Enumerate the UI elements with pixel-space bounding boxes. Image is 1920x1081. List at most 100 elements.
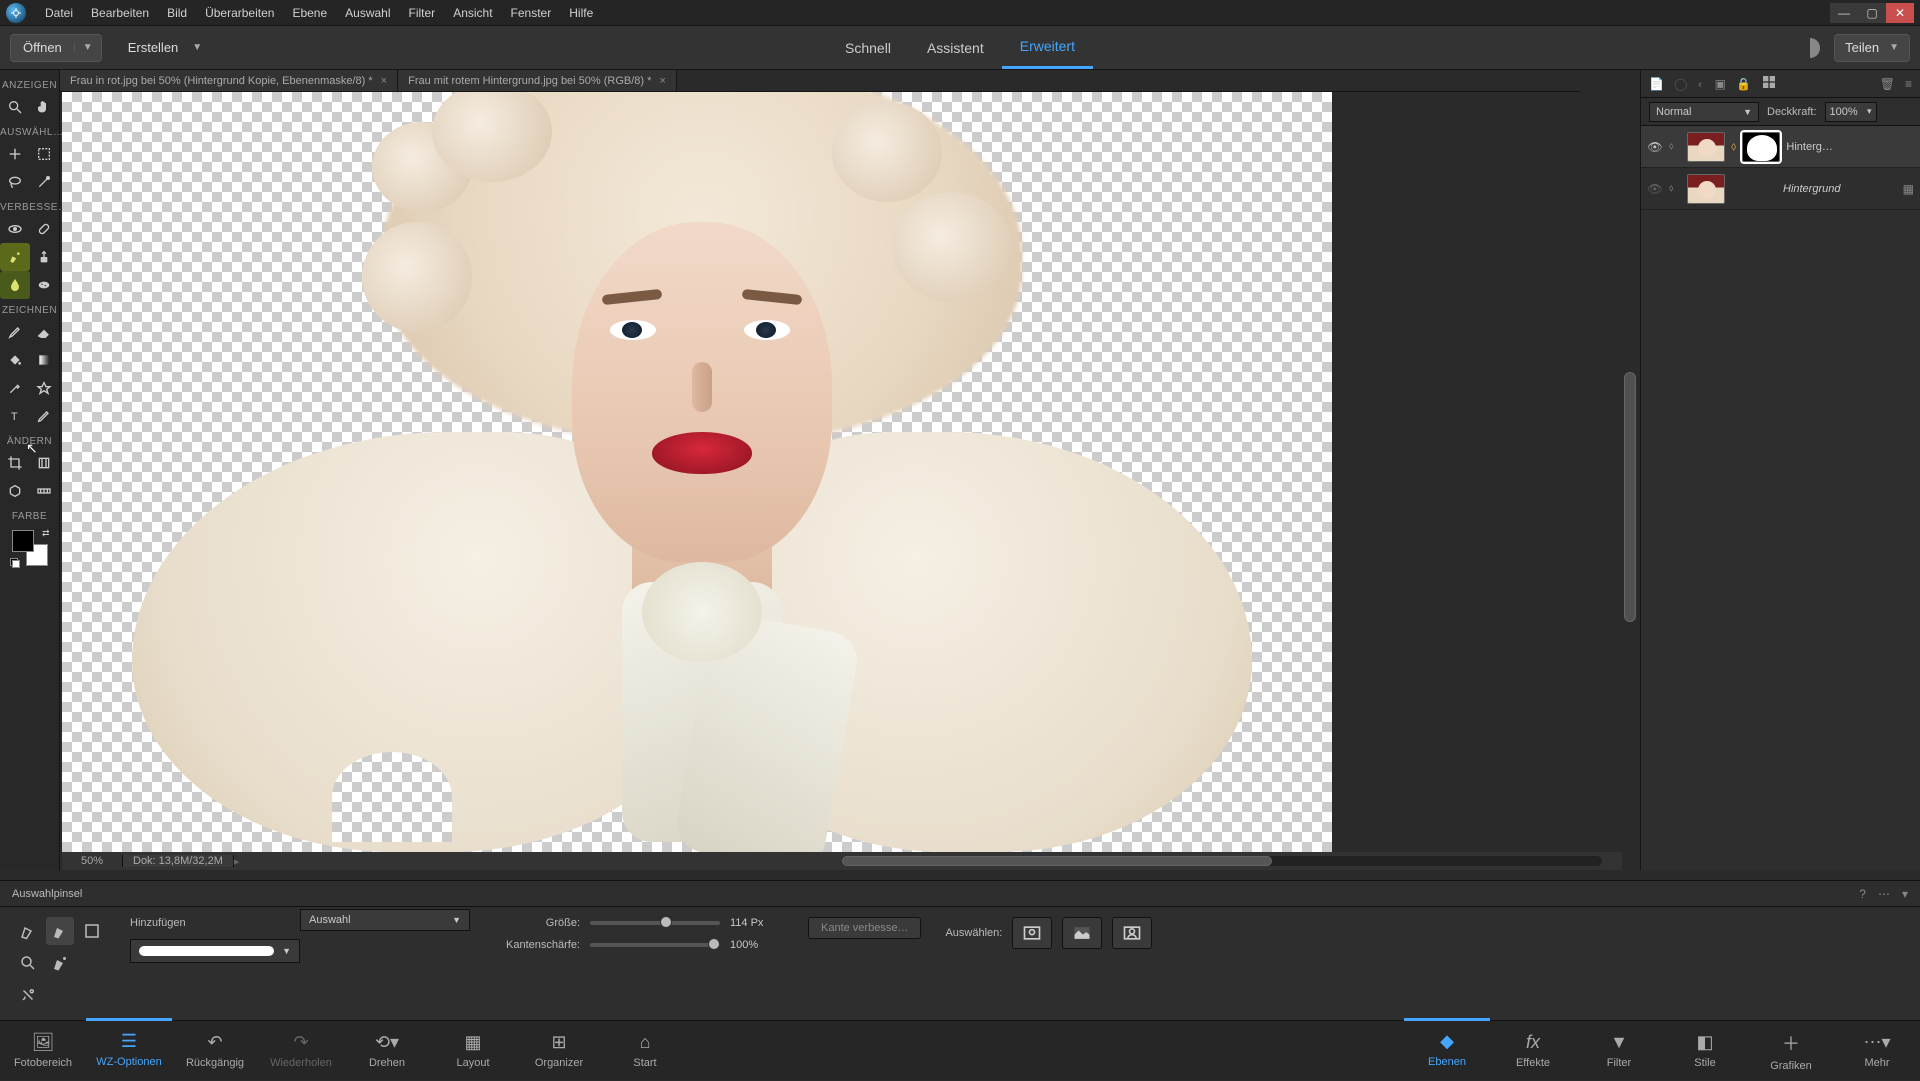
menu-bild[interactable]: Bild bbox=[158, 0, 196, 25]
taskbar-mehr[interactable]: ⋯▾Mehr bbox=[1834, 1021, 1920, 1081]
close-button[interactable]: ✕ bbox=[1886, 3, 1914, 23]
tool-crop[interactable] bbox=[0, 449, 30, 477]
canvas[interactable] bbox=[62, 92, 1332, 852]
taskbar-wz-optionen[interactable]: ☰WZ-Optionen bbox=[86, 1018, 172, 1078]
vertical-scrollbar[interactable] bbox=[1624, 92, 1636, 852]
size-value[interactable]: 114 Px bbox=[730, 917, 784, 929]
open-button[interactable]: Öffnen ▼ bbox=[10, 34, 102, 62]
tool-move[interactable] bbox=[0, 140, 30, 168]
taskbar-start[interactable]: ⌂Start bbox=[602, 1021, 688, 1081]
new-layer-icon[interactable]: 📄 bbox=[1649, 77, 1664, 91]
create-button[interactable]: Erstellen ▼ bbox=[118, 34, 212, 62]
default-colors-icon[interactable] bbox=[10, 558, 20, 568]
menu-auswahl[interactable]: Auswahl bbox=[336, 0, 399, 25]
tool-variant-2[interactable] bbox=[46, 917, 74, 945]
tool-content-aware[interactable] bbox=[0, 477, 30, 505]
link-icon[interactable]: ⬨ bbox=[1731, 139, 1736, 154]
menu-hilfe[interactable]: Hilfe bbox=[560, 0, 602, 25]
tool-smart-brush[interactable] bbox=[0, 243, 30, 271]
lock-layer-icon[interactable]: 🔒 bbox=[1736, 77, 1751, 91]
tool-shape[interactable] bbox=[30, 374, 60, 402]
brush-preset-dropdown[interactable]: ▼ bbox=[130, 939, 300, 963]
menu-datei[interactable]: Datei bbox=[36, 0, 82, 25]
layer-name[interactable]: Hintergrund bbox=[1783, 183, 1897, 195]
document-tab-1[interactable]: Frau in rot.jpg bei 50% (Hintergrund Kop… bbox=[60, 70, 398, 91]
taskbar-layout[interactable]: ▦Layout bbox=[430, 1021, 516, 1081]
scrollbar-thumb[interactable] bbox=[1624, 372, 1636, 622]
tool-pencil[interactable] bbox=[30, 402, 60, 430]
open-dropdown-arrow[interactable]: ▼ bbox=[74, 42, 101, 53]
foreground-color[interactable] bbox=[12, 530, 34, 552]
taskbar-undo[interactable]: ↶Rückgängig bbox=[172, 1021, 258, 1081]
tool-text[interactable]: T bbox=[0, 402, 30, 430]
swap-colors-icon[interactable]: ⇄ bbox=[42, 528, 50, 539]
delete-layer-icon[interactable]: 🗑 bbox=[1880, 77, 1895, 91]
close-icon[interactable]: × bbox=[381, 75, 387, 87]
tool-brush[interactable] bbox=[0, 318, 30, 346]
blend-mode-dropdown[interactable]: Normal▼ bbox=[1649, 102, 1759, 122]
layer-group-icon[interactable] bbox=[1761, 74, 1777, 93]
menu-filter[interactable]: Filter bbox=[400, 0, 445, 25]
help-icon[interactable]: ? bbox=[1859, 887, 1866, 901]
document-tab-2[interactable]: Frau mit rotem Hintergrund.jpg bei 50% (… bbox=[398, 70, 677, 91]
edge-value[interactable]: 100% bbox=[730, 939, 784, 951]
zoom-level[interactable]: 50% bbox=[62, 855, 122, 867]
mode-tab-quick[interactable]: Schnell bbox=[827, 26, 909, 69]
selection-mode-dropdown[interactable]: Auswahl ▼ bbox=[300, 909, 470, 931]
tool-zoom[interactable] bbox=[0, 93, 30, 121]
layer-fx-icon[interactable]: ◯ bbox=[1674, 77, 1687, 91]
tool-marquee[interactable] bbox=[30, 140, 60, 168]
tool-sponge[interactable] bbox=[30, 271, 60, 299]
menu-fenster[interactable]: Fenster bbox=[502, 0, 561, 25]
lock-indicator[interactable]: ⬨ bbox=[1669, 141, 1681, 152]
tool-eraser[interactable] bbox=[30, 318, 60, 346]
contrast-icon[interactable] bbox=[1800, 38, 1820, 58]
collapse-icon[interactable]: ▾ bbox=[1902, 887, 1908, 901]
layer-name[interactable]: Hinterg… bbox=[1786, 141, 1914, 153]
menu-ueberarbeiten[interactable]: Überarbeiten bbox=[196, 0, 283, 25]
mode-tab-assistant[interactable]: Assistent bbox=[909, 26, 1002, 69]
tool-variant-new[interactable] bbox=[78, 917, 106, 945]
select-subject-button[interactable] bbox=[1012, 917, 1052, 949]
tool-eyedropper[interactable] bbox=[0, 374, 30, 402]
scrollbar-thumb[interactable] bbox=[842, 856, 1272, 866]
taskbar-stile[interactable]: ◧Stile bbox=[1662, 1021, 1748, 1081]
taskbar-effekte[interactable]: fxEffekte bbox=[1490, 1021, 1576, 1081]
menu-bearbeiten[interactable]: Bearbeiten bbox=[82, 0, 158, 25]
tool-variant-5[interactable] bbox=[14, 981, 42, 1009]
close-icon[interactable]: × bbox=[659, 75, 665, 87]
tool-blur[interactable] bbox=[0, 271, 30, 299]
refine-edge-button[interactable]: Kante verbesse… bbox=[808, 917, 921, 939]
taskbar-filter[interactable]: ▼Filter bbox=[1576, 1021, 1662, 1081]
tool-variant-4[interactable] bbox=[46, 949, 74, 977]
adjustment-layer-icon[interactable]: ◐ bbox=[1697, 77, 1704, 91]
maximize-button[interactable]: ▢ bbox=[1858, 3, 1886, 23]
tool-variant-3[interactable] bbox=[14, 949, 42, 977]
panel-menu-icon[interactable]: ≡ bbox=[1905, 77, 1912, 91]
layer-mask-icon[interactable]: ▣ bbox=[1715, 77, 1726, 91]
share-button[interactable]: Teilen ▼ bbox=[1834, 34, 1910, 62]
tool-magic-wand[interactable] bbox=[30, 168, 60, 196]
visibility-toggle[interactable]: 👁 bbox=[1647, 181, 1663, 197]
color-swatches[interactable]: ⇄ bbox=[10, 528, 50, 568]
tool-clone-stamp[interactable] bbox=[30, 243, 60, 271]
tool-spot-heal[interactable] bbox=[30, 215, 60, 243]
taskbar-organizer[interactable]: ⊞Organizer bbox=[516, 1021, 602, 1081]
tool-gradient[interactable] bbox=[30, 346, 60, 374]
tool-paint-bucket[interactable] bbox=[0, 346, 30, 374]
taskbar-grafiken[interactable]: ＋Grafiken bbox=[1748, 1021, 1834, 1081]
panel-menu-icon[interactable]: ⋯ bbox=[1878, 887, 1890, 901]
visibility-toggle[interactable]: 👁 bbox=[1647, 139, 1663, 155]
layer-thumbnail[interactable] bbox=[1687, 132, 1725, 162]
taskbar-fotobereich[interactable]: 🖼Fotobereich bbox=[0, 1021, 86, 1081]
horizontal-scrollbar[interactable] bbox=[842, 856, 1602, 866]
taskbar-ebenen[interactable]: ◆Ebenen bbox=[1404, 1018, 1490, 1078]
layer-item-1[interactable]: 👁 ⬨ ⬨ Hinterg… bbox=[1641, 126, 1920, 168]
select-background-button[interactable] bbox=[1112, 917, 1152, 949]
menu-ebene[interactable]: Ebene bbox=[283, 0, 336, 25]
taskbar-drehen[interactable]: ⟲▾Drehen bbox=[344, 1021, 430, 1081]
opacity-input[interactable]: 100%▾ bbox=[1825, 102, 1877, 122]
tool-lasso[interactable] bbox=[0, 168, 30, 196]
menu-ansicht[interactable]: Ansicht bbox=[444, 0, 501, 25]
tool-hand[interactable] bbox=[30, 93, 60, 121]
